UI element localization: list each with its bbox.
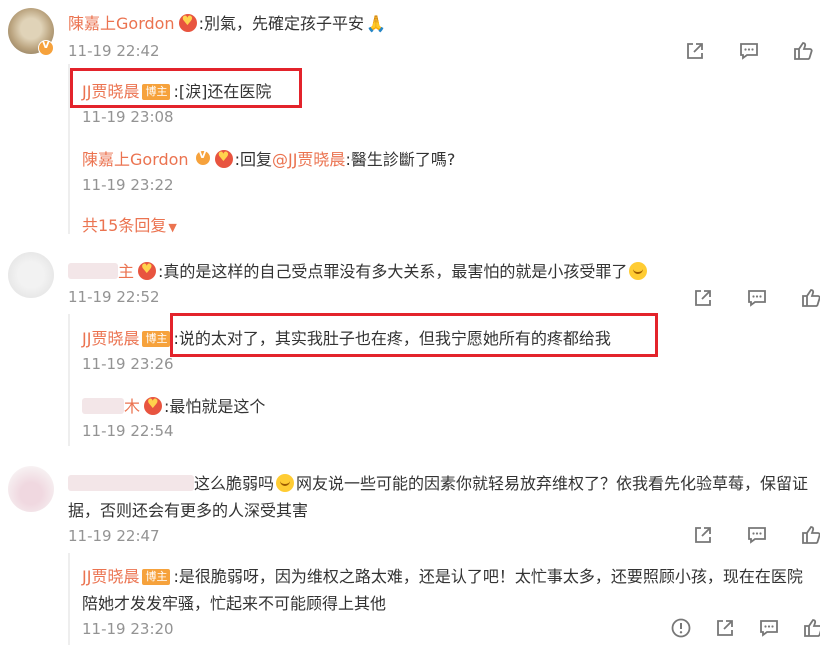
report-icon[interactable] bbox=[670, 617, 692, 639]
comment-header: 陳嘉上Gordon :別氣，先確定孩子平安🙏 bbox=[68, 10, 386, 34]
comment-icon[interactable] bbox=[746, 524, 768, 546]
reply-time: 11-19 23:20 bbox=[82, 620, 174, 638]
more-replies-label: 共15条回复 bbox=[82, 216, 167, 235]
reply-text: :说的太对了，其实我肚子也在疼，但我宁愿她所有的疼都给我 bbox=[173, 329, 611, 348]
reply-author[interactable]: JJ贾晓晨 bbox=[82, 82, 139, 101]
comment-time: 11-19 22:52 bbox=[68, 288, 160, 306]
commenter-name[interactable]: 陳嘉上Gordon bbox=[68, 14, 175, 33]
crown-heart-icon bbox=[144, 397, 163, 415]
vip-badge-icon bbox=[38, 40, 54, 56]
crown-heart-icon bbox=[138, 262, 157, 280]
share-icon[interactable] bbox=[684, 40, 706, 62]
crown-heart-icon bbox=[214, 150, 233, 168]
avatar[interactable] bbox=[8, 466, 54, 512]
comment-icon[interactable] bbox=[758, 617, 780, 639]
like-icon[interactable] bbox=[800, 287, 820, 309]
comment-text-line2: 据，否则还会有更多的人深受其害 bbox=[68, 501, 309, 520]
author-badge: 博主 bbox=[142, 84, 171, 100]
like-icon[interactable] bbox=[800, 524, 820, 546]
pray-emoji-icon: 🙏 bbox=[365, 14, 386, 33]
crown-heart-icon bbox=[178, 14, 197, 32]
mention-link[interactable]: @JJ贾晓晨 bbox=[272, 150, 345, 169]
reply-text-line2: 陪她才发发牢骚，忙起来不可能顾得上其他 bbox=[82, 594, 387, 613]
comment-actions: 1 bbox=[692, 287, 820, 309]
reply-time: 11-19 23:22 bbox=[82, 176, 174, 194]
reply-text-2: :醫生診斷了嗎? bbox=[345, 150, 456, 169]
reply-text: :最怕就是这个 bbox=[164, 397, 266, 416]
avatar[interactable] bbox=[8, 252, 54, 298]
share-icon[interactable] bbox=[692, 287, 714, 309]
comment-header: 主 :真的是这样的自己受点罪没有多大关系，最害怕的就是小孩受罪了 bbox=[68, 258, 649, 282]
reply-author[interactable]: JJ贾晓晨 bbox=[82, 329, 139, 348]
laughing-emoji-icon bbox=[276, 474, 295, 492]
comment-time: 11-19 22:47 bbox=[68, 527, 160, 545]
caret-down-icon: ▼ bbox=[168, 221, 177, 234]
blurred-username bbox=[68, 263, 118, 279]
share-icon[interactable] bbox=[692, 524, 714, 546]
blurred-username bbox=[82, 398, 124, 414]
like-icon[interactable] bbox=[802, 617, 820, 639]
reply-time: 11-19 23:08 bbox=[82, 108, 174, 126]
author-badge: 博主 bbox=[142, 331, 171, 347]
comment-text: :別氣，先確定孩子平安 bbox=[198, 14, 364, 33]
reply: 陳嘉上Gordon :回复@JJ贾晓晨:醫生診斷了嗎? bbox=[82, 146, 455, 170]
reply: JJ贾晓晨 博主:是很脆弱呀，因为维权之路太难，还是认了吧！太忙事太多，还要照顾小… bbox=[82, 563, 803, 587]
comment-actions: 2 bbox=[692, 524, 820, 546]
comment-text: 这么脆弱吗 bbox=[194, 474, 275, 493]
reply: JJ贾晓晨 博主:说的太对了，其实我肚子也在疼，但我宁愿她所有的疼都给我 bbox=[82, 325, 611, 349]
comment-text: :真的是这样的自己受点罪没有多大关系，最害怕的就是小孩受罪了 bbox=[158, 262, 628, 281]
comment-actions: 18 bbox=[684, 40, 820, 62]
more-replies-link[interactable]: 共15条回复 ▼ bbox=[82, 212, 177, 236]
blurred-username bbox=[68, 475, 194, 491]
reply-thread bbox=[68, 553, 72, 645]
reply: 木 :最怕就是这个 bbox=[82, 393, 265, 417]
comment-icon[interactable] bbox=[746, 287, 768, 309]
commenter-name[interactable]: 主 bbox=[118, 262, 134, 281]
reply-time: 11-19 22:54 bbox=[82, 422, 174, 440]
author-badge: 博主 bbox=[142, 569, 171, 585]
reply-author[interactable]: JJ贾晓晨 bbox=[82, 567, 139, 586]
reply-text: :回复 bbox=[234, 150, 272, 169]
like-icon[interactable] bbox=[792, 40, 814, 62]
comment-header: 这么脆弱吗 网友说一些可能的因素你就轻易放弃维权了？依我看先化验草莓，保留证 bbox=[68, 470, 808, 494]
comment-text-cont: 网友说一些可能的因素你就轻易放弃维权了？依我看先化验草莓，保留证 bbox=[296, 474, 809, 493]
reply-author[interactable]: 木 bbox=[124, 397, 140, 416]
comment-time: 11-19 22:42 bbox=[68, 42, 160, 60]
share-icon[interactable] bbox=[714, 617, 736, 639]
crying-emoji-icon bbox=[629, 262, 648, 280]
reply-author[interactable]: 陳嘉上Gordon bbox=[82, 150, 189, 169]
reply-text: :是很脆弱呀，因为维权之路太难，还是认了吧！太忙事太多，还要照顾小孩，现在在医院 bbox=[173, 567, 803, 586]
reply-time: 11-19 23:26 bbox=[82, 355, 174, 373]
reply-thread bbox=[68, 314, 72, 446]
reply-text: :[淚]还在医院 bbox=[173, 82, 272, 101]
comment-icon[interactable] bbox=[738, 40, 760, 62]
vip-badge-icon bbox=[194, 150, 211, 166]
reply-actions bbox=[670, 617, 820, 639]
reply: JJ贾晓晨 博主:[淚]还在医院 bbox=[82, 78, 271, 102]
